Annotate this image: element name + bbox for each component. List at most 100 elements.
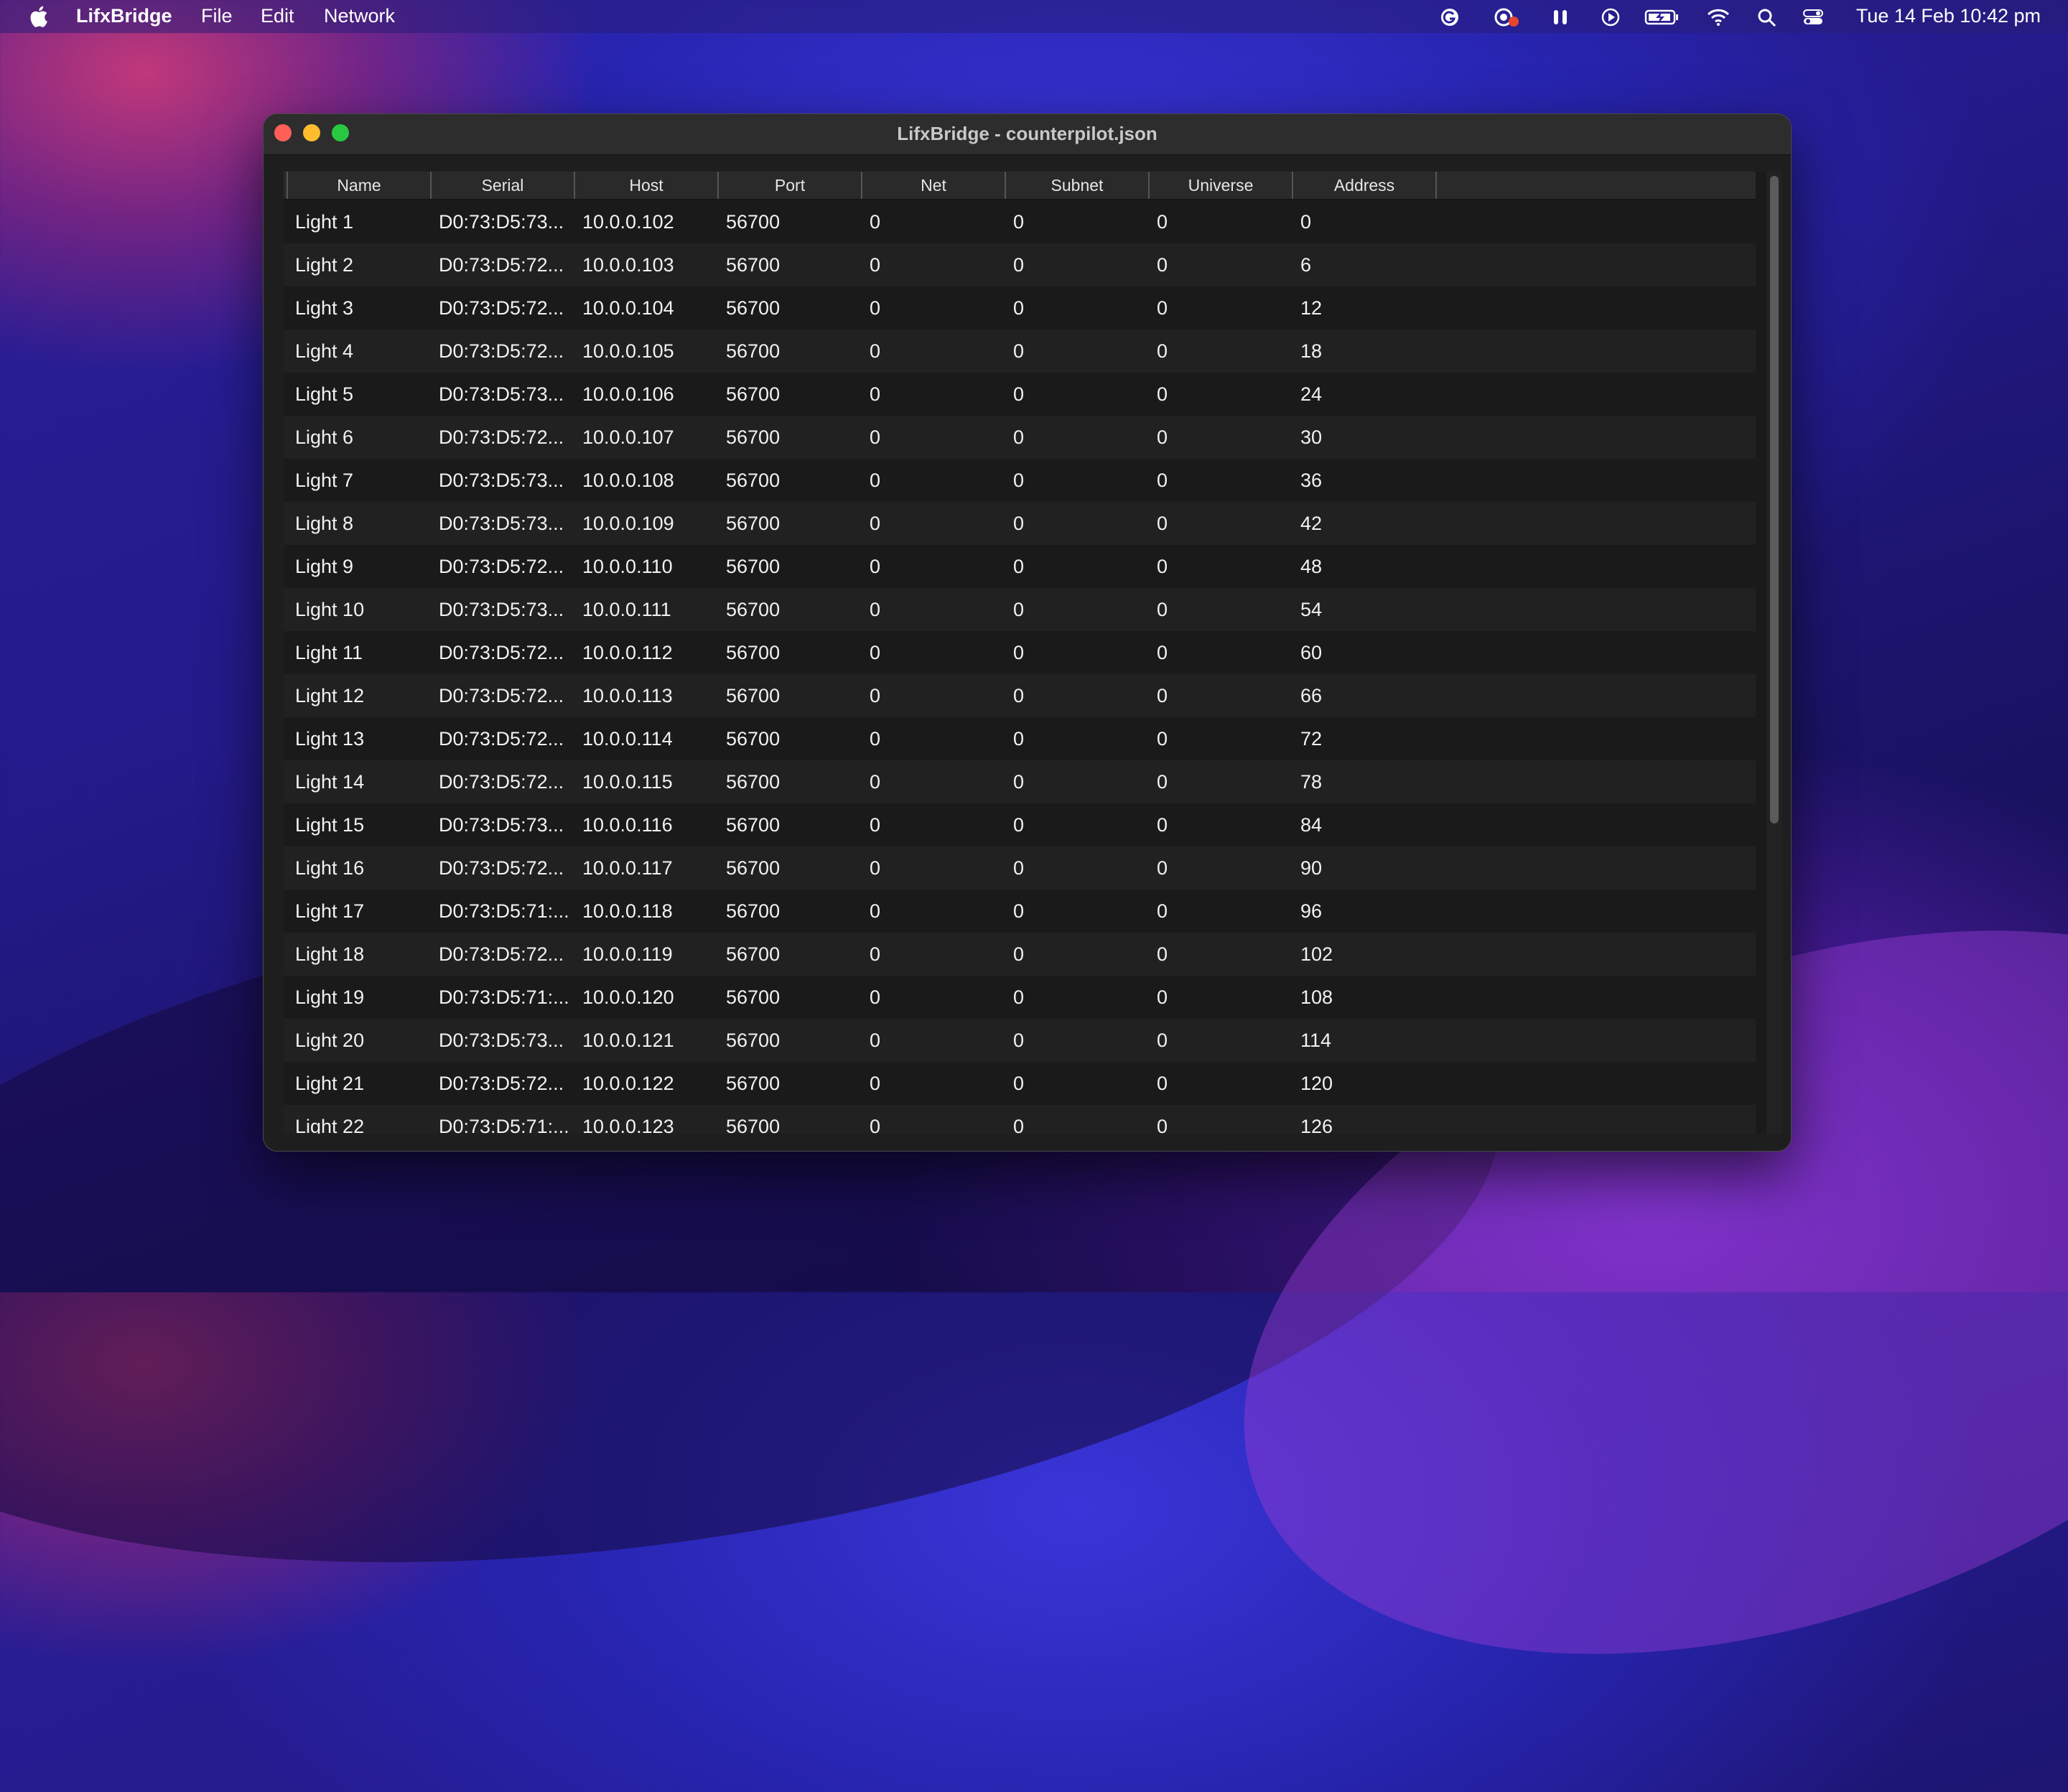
cell-net: 0 bbox=[870, 1116, 881, 1134]
cell-universe: 0 bbox=[1157, 857, 1168, 879]
table-row[interactable]: Light 10 D0:73:D5:73... 10.0.0.111 56700 0 0 0… bbox=[284, 588, 1756, 631]
control-center-icon[interactable] bbox=[1802, 7, 1824, 27]
cell-net: 0 bbox=[870, 513, 881, 534]
table-row[interactable]: Light 2 D0:73:D5:72... 10.0.0.103 56700 0 0 0 6 bbox=[284, 243, 1756, 286]
cell-port: 56700 bbox=[726, 900, 781, 922]
cell-port: 56700 bbox=[726, 297, 781, 319]
screen-share-icon[interactable] bbox=[1492, 7, 1521, 27]
table-row[interactable]: Light 17 D0:73:D5:71:... 10.0.0.118 56700 0 0… bbox=[284, 890, 1756, 933]
scrollbar-thumb[interactable] bbox=[1770, 176, 1779, 823]
cell-subnet: 0 bbox=[1013, 1116, 1025, 1134]
menu-network[interactable]: Network bbox=[324, 5, 395, 27]
cell-port: 56700 bbox=[726, 943, 781, 965]
cell-port: 56700 bbox=[726, 685, 781, 706]
cell-serial: D0:73:D5:72... bbox=[439, 642, 564, 663]
table-row[interactable]: Light 1 D0:73:D5:73... 10.0.0.102 56700 0 0 0 0 bbox=[284, 200, 1756, 243]
table-row[interactable]: Light 18 D0:73:D5:72... 10.0.0.119 56700 0 0 0… bbox=[284, 933, 1756, 976]
cell-net: 0 bbox=[870, 814, 881, 836]
table-row[interactable]: Light 5 D0:73:D5:73... 10.0.0.106 56700 0 0 0 2… bbox=[284, 373, 1756, 416]
cell-universe: 0 bbox=[1157, 1030, 1168, 1051]
table-row[interactable]: Light 14 D0:73:D5:72... 10.0.0.115 56700 0 0 0… bbox=[284, 760, 1756, 803]
cell-address: 0 bbox=[1300, 211, 1312, 233]
cell-subnet: 0 bbox=[1013, 383, 1025, 405]
column-header-name[interactable]: Name bbox=[287, 172, 430, 199]
cell-port: 56700 bbox=[726, 340, 781, 362]
cell-address: 60 bbox=[1300, 642, 1323, 663]
cell-address: 120 bbox=[1300, 1073, 1333, 1094]
cell-port: 56700 bbox=[726, 513, 781, 534]
cell-subnet: 0 bbox=[1013, 1030, 1025, 1051]
cell-universe: 0 bbox=[1157, 426, 1168, 448]
cell-net: 0 bbox=[870, 728, 881, 750]
cell-serial: D0:73:D5:73... bbox=[439, 599, 564, 620]
cell-address: 90 bbox=[1300, 857, 1323, 879]
column-header-port[interactable]: Port bbox=[717, 172, 861, 199]
play-icon[interactable] bbox=[1600, 7, 1621, 27]
menu-file[interactable]: File bbox=[201, 5, 233, 27]
cell-serial: D0:73:D5:71:... bbox=[439, 900, 569, 922]
column-header-host[interactable]: Host bbox=[574, 172, 717, 199]
vertical-scrollbar[interactable] bbox=[1766, 172, 1782, 1134]
table-row[interactable]: Light 3 D0:73:D5:72... 10.0.0.104 56700 0 0 0 1… bbox=[284, 286, 1756, 330]
cell-subnet: 0 bbox=[1013, 900, 1025, 922]
menu-edit[interactable]: Edit bbox=[261, 5, 294, 27]
column-separator[interactable] bbox=[1435, 172, 1437, 199]
wifi-icon[interactable] bbox=[1706, 7, 1731, 27]
airpods-icon[interactable] bbox=[1550, 7, 1571, 27]
table-row[interactable]: Light 21 D0:73:D5:72... 10.0.0.122 56700 0 0 0… bbox=[284, 1062, 1756, 1105]
cell-host: 10.0.0.102 bbox=[582, 211, 674, 233]
column-header-serial[interactable]: Serial bbox=[430, 172, 574, 199]
table-row[interactable]: Light 11 D0:73:D5:72... 10.0.0.112 56700 0 0 0… bbox=[284, 631, 1756, 674]
apple-icon[interactable] bbox=[27, 4, 49, 29]
cell-serial: D0:73:D5:72... bbox=[439, 556, 564, 577]
cell-port: 56700 bbox=[726, 426, 781, 448]
grammarly-icon[interactable] bbox=[1439, 7, 1461, 27]
table-row[interactable]: Light 22 D0:73:D5:71:... 10.0.0.123 56700 0 0… bbox=[284, 1105, 1756, 1134]
cell-address: 48 bbox=[1300, 556, 1323, 577]
cell-host: 10.0.0.115 bbox=[582, 771, 673, 793]
cell-address: 78 bbox=[1300, 771, 1323, 793]
cell-net: 0 bbox=[870, 340, 881, 362]
cell-net: 0 bbox=[870, 556, 881, 577]
cell-subnet: 0 bbox=[1013, 857, 1025, 879]
cell-subnet: 0 bbox=[1013, 426, 1025, 448]
menu-clock[interactable]: Tue 14 Feb 10:42 pm bbox=[1856, 5, 2041, 27]
cell-name: Light 16 bbox=[295, 857, 365, 879]
column-header-net[interactable]: Net bbox=[861, 172, 1005, 199]
column-header-subnet[interactable]: Subnet bbox=[1005, 172, 1148, 199]
column-header-address[interactable]: Address bbox=[1292, 172, 1435, 199]
menu-app-name[interactable]: LifxBridge bbox=[76, 5, 172, 27]
cell-host: 10.0.0.108 bbox=[582, 470, 674, 491]
table-row[interactable]: Light 12 D0:73:D5:72... 10.0.0.113 56700 0 0 0… bbox=[284, 674, 1756, 717]
cell-serial: D0:73:D5:72... bbox=[439, 254, 564, 276]
table-row[interactable]: Light 19 D0:73:D5:71:... 10.0.0.120 56700 0 0… bbox=[284, 976, 1756, 1019]
table-row[interactable]: Light 9 D0:73:D5:72... 10.0.0.110 56700 0 0 0 4… bbox=[284, 545, 1756, 588]
table-row[interactable]: Light 16 D0:73:D5:72... 10.0.0.117 56700 0 0 0… bbox=[284, 846, 1756, 890]
cell-name: Light 3 bbox=[295, 297, 354, 319]
table-row[interactable]: Light 20 D0:73:D5:73... 10.0.0.121 56700 0 0 0… bbox=[284, 1019, 1756, 1062]
cell-name: Light 5 bbox=[295, 383, 354, 405]
table-row[interactable]: Light 6 D0:73:D5:72... 10.0.0.107 56700 0 0 0 3… bbox=[284, 416, 1756, 459]
column-header-universe[interactable]: Universe bbox=[1148, 172, 1292, 199]
cell-serial: D0:73:D5:73... bbox=[439, 383, 564, 405]
cell-host: 10.0.0.107 bbox=[582, 426, 674, 448]
table-row[interactable]: Light 8 D0:73:D5:73... 10.0.0.109 56700 0 0 0 4… bbox=[284, 502, 1756, 545]
cell-subnet: 0 bbox=[1013, 642, 1025, 663]
cell-host: 10.0.0.112 bbox=[582, 642, 673, 663]
cell-serial: D0:73:D5:71:... bbox=[439, 986, 569, 1008]
table-row[interactable]: Light 15 D0:73:D5:73... 10.0.0.116 56700 0 0 0… bbox=[284, 803, 1756, 846]
cell-name: Light 17 bbox=[295, 900, 365, 922]
cell-host: 10.0.0.106 bbox=[582, 383, 674, 405]
cell-subnet: 0 bbox=[1013, 728, 1025, 750]
cell-subnet: 0 bbox=[1013, 556, 1025, 577]
table-row[interactable]: Light 7 D0:73:D5:73... 10.0.0.108 56700 0 0 0 3… bbox=[284, 459, 1756, 502]
battery-charging-icon[interactable] bbox=[1644, 7, 1680, 27]
table-row[interactable]: Light 4 D0:73:D5:72... 10.0.0.105 56700 0 0 0 1… bbox=[284, 330, 1756, 373]
cell-universe: 0 bbox=[1157, 814, 1168, 836]
cell-name: Light 14 bbox=[295, 771, 365, 793]
search-icon[interactable] bbox=[1756, 7, 1778, 27]
cell-net: 0 bbox=[870, 599, 881, 620]
table-row[interactable]: Light 13 D0:73:D5:72... 10.0.0.114 56700 0 0 0… bbox=[284, 717, 1756, 760]
cell-port: 56700 bbox=[726, 1116, 781, 1134]
title-bar[interactable]: LifxBridge - counterpilot.json bbox=[264, 114, 1791, 155]
